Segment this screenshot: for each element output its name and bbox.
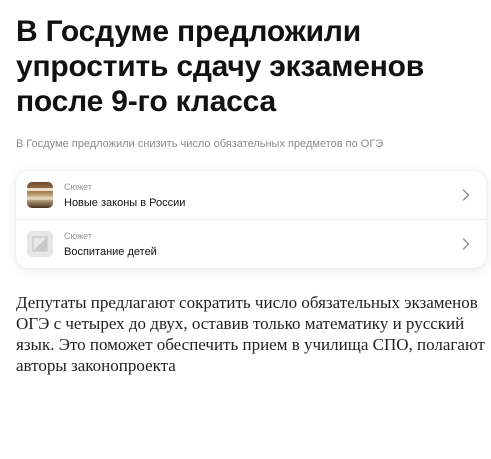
plot-text: Сюжет Новые законы в России: [64, 182, 185, 210]
plot-title: Новые законы в России: [64, 197, 186, 209]
article-subtitle: В Госдуме предложили снизить число обяза…: [16, 138, 384, 150]
plot-kicker: Сюжет: [64, 182, 92, 192]
story-plots-card: Сюжет Новые законы в России Сюжет Воспит…: [16, 171, 486, 268]
plot-text: Сюжет Воспитание детей: [64, 231, 157, 259]
article: В Госдуме предложили упростить сдачу экз…: [16, 14, 486, 376]
plot-title: Воспитание детей: [64, 246, 157, 258]
article-lead: Депутаты предлагают сократить число обяз…: [16, 293, 485, 375]
plot-thumbnail-image: [27, 182, 53, 208]
story-plot-new-laws[interactable]: Сюжет Новые законы в России: [16, 171, 486, 219]
chevron-right-icon: [462, 189, 470, 201]
image-placeholder-icon: [27, 231, 53, 257]
article-headline: В Госдуме предложили упростить сдачу экз…: [16, 15, 424, 118]
chevron-right-icon: [462, 238, 470, 250]
plot-kicker: Сюжет: [64, 231, 92, 241]
story-plot-parenting[interactable]: Сюжет Воспитание детей: [16, 219, 486, 268]
